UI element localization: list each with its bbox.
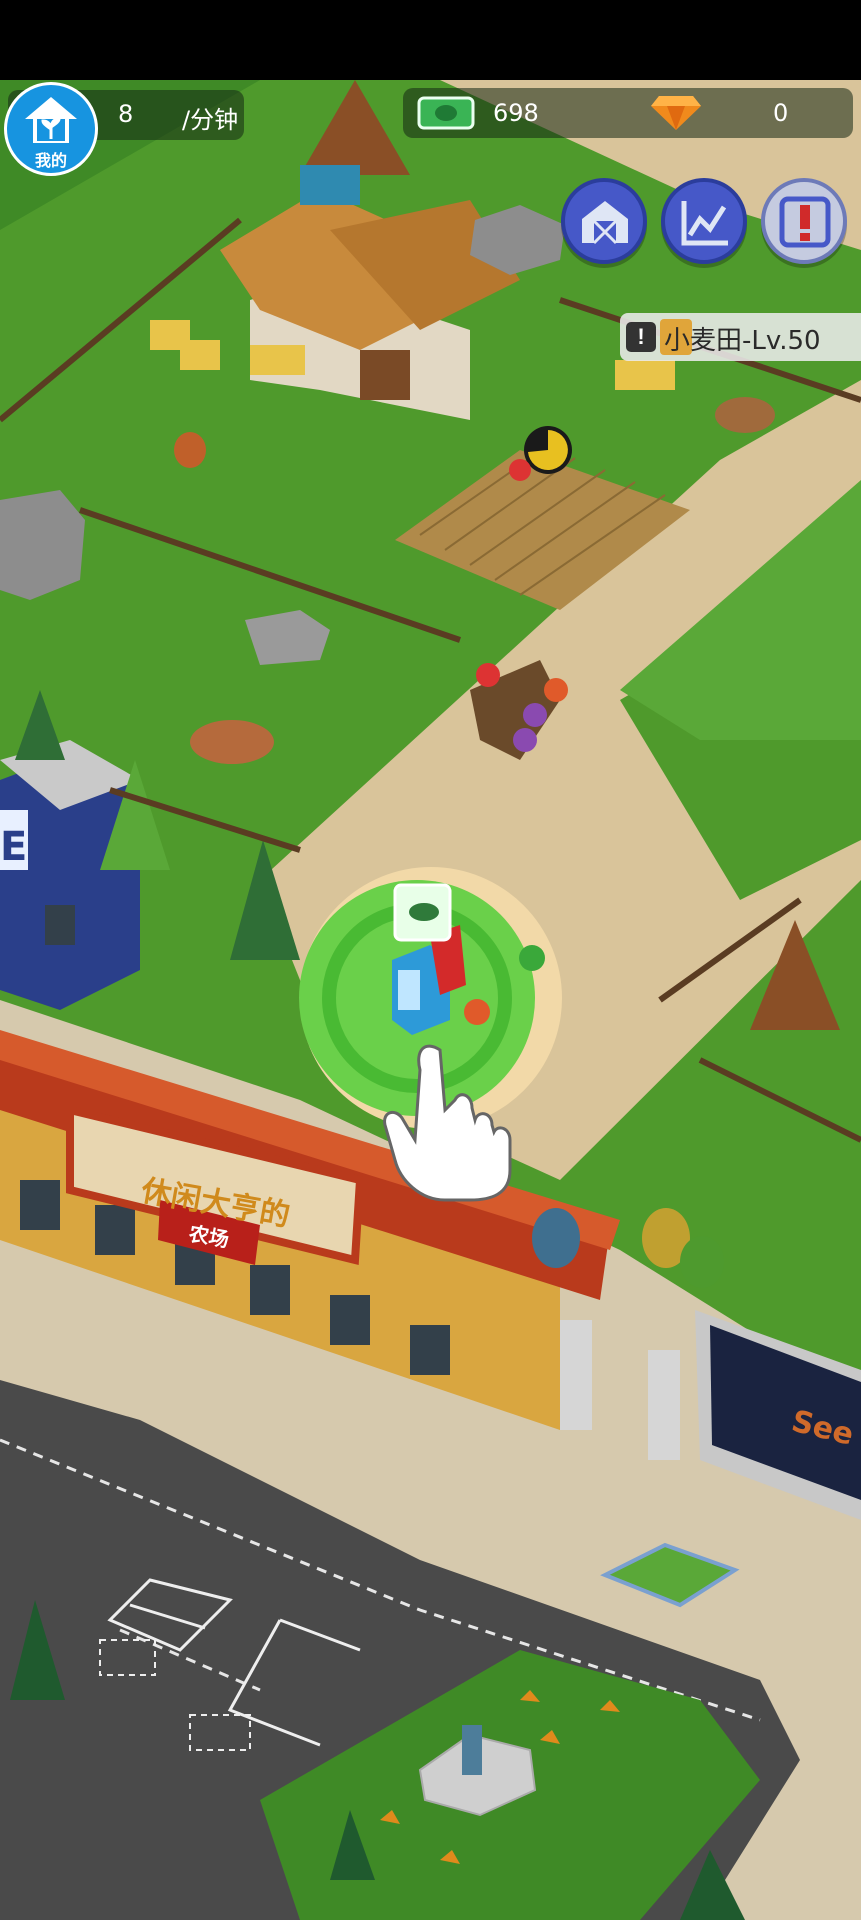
gate-pillar <box>560 1320 592 1430</box>
exclamation-icon <box>779 196 831 248</box>
house-sprout-icon <box>25 97 77 143</box>
status-bar-area <box>0 0 861 80</box>
alert-badge-icon: ! <box>626 322 656 352</box>
customer <box>544 678 568 702</box>
water-tub <box>715 397 775 433</box>
game-world[interactable]: 休闲大亨的 农场 See y E <box>0 0 861 1920</box>
customer <box>519 945 545 971</box>
gate-pillar <box>648 1350 680 1460</box>
customer <box>476 663 500 687</box>
barn-icon <box>582 201 628 245</box>
customer <box>513 728 537 752</box>
gem-icon <box>651 96 701 130</box>
balloon <box>680 1236 724 1288</box>
gem-value: 0 <box>773 99 789 127</box>
tree-stump[interactable] <box>190 720 274 764</box>
cash-value: 698 <box>493 99 539 127</box>
svg-text:E: E <box>0 824 27 870</box>
barn-button[interactable] <box>561 178 647 264</box>
farmer <box>509 459 531 481</box>
my-farm-button[interactable]: 我的 <box>4 82 98 176</box>
wheat-field-level-tag[interactable]: ! 小麦田-Lv.50 <box>620 313 861 361</box>
statistics-button[interactable] <box>661 178 747 264</box>
cash-icon <box>417 96 475 130</box>
shop-building-left[interactable] <box>0 740 140 1010</box>
balloon <box>532 1208 580 1268</box>
customer <box>464 999 490 1025</box>
customer <box>523 703 547 727</box>
chart-icon <box>681 201 728 246</box>
currency-panel: 698 0 <box>403 88 853 138</box>
cart <box>300 165 360 205</box>
income-rate-unit: /分钟 <box>182 106 239 134</box>
alert-button[interactable] <box>761 178 847 264</box>
income-rate-value: 8 <box>118 100 134 128</box>
wheat-field-level-label: 小麦田-Lv.50 <box>664 326 821 356</box>
my-farm-label: 我的 <box>34 153 67 170</box>
barrel <box>174 432 206 468</box>
